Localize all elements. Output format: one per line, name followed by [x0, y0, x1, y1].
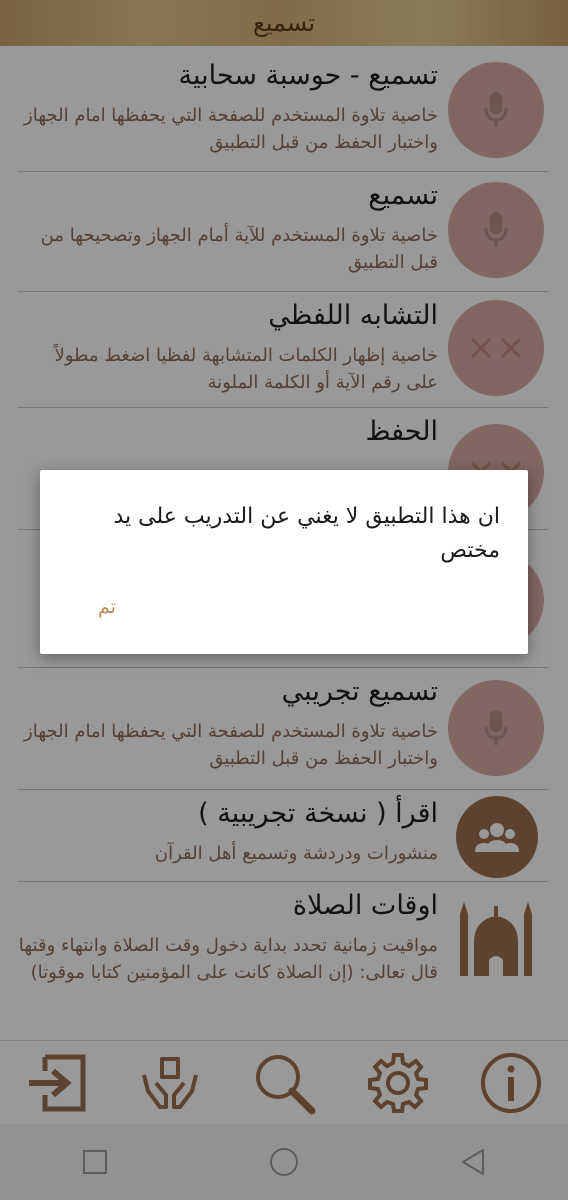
ok-button[interactable]: تم [98, 596, 116, 618]
disclaimer-dialog: ان هذا التطبيق لا يغني عن التدريب على يد… [40, 470, 528, 654]
dialog-message: ان هذا التطبيق لا يغني عن التدريب على يد… [113, 504, 500, 563]
